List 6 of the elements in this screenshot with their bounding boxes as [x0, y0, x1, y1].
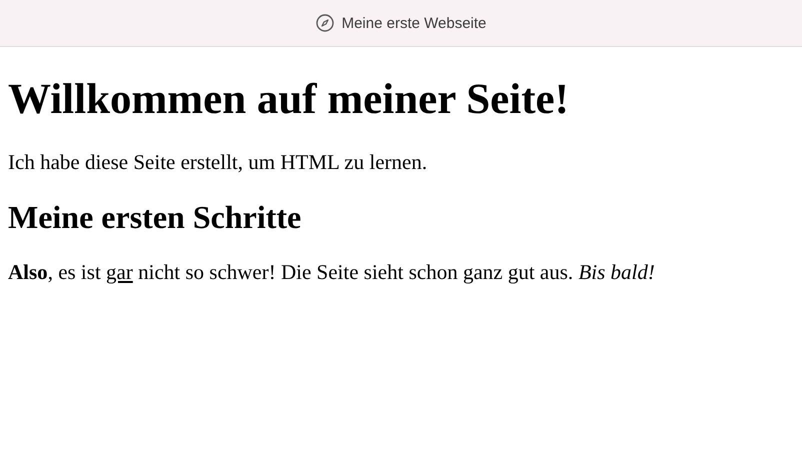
body-paragraph: Also, es ist gar nicht so schwer! Die Seite sieht schon ganz gut aus. Bis bald! [8, 260, 656, 286]
intro-paragraph: Ich habe diese Seite erstellt, um HTML zu lernen. [8, 150, 428, 176]
section-heading: Meine ersten Schritte [8, 198, 302, 236]
page-heading: Willkommen auf meiner Seite! [8, 75, 570, 124]
window-title: Meine erste Webseite [342, 14, 486, 32]
compass-icon [316, 14, 334, 32]
